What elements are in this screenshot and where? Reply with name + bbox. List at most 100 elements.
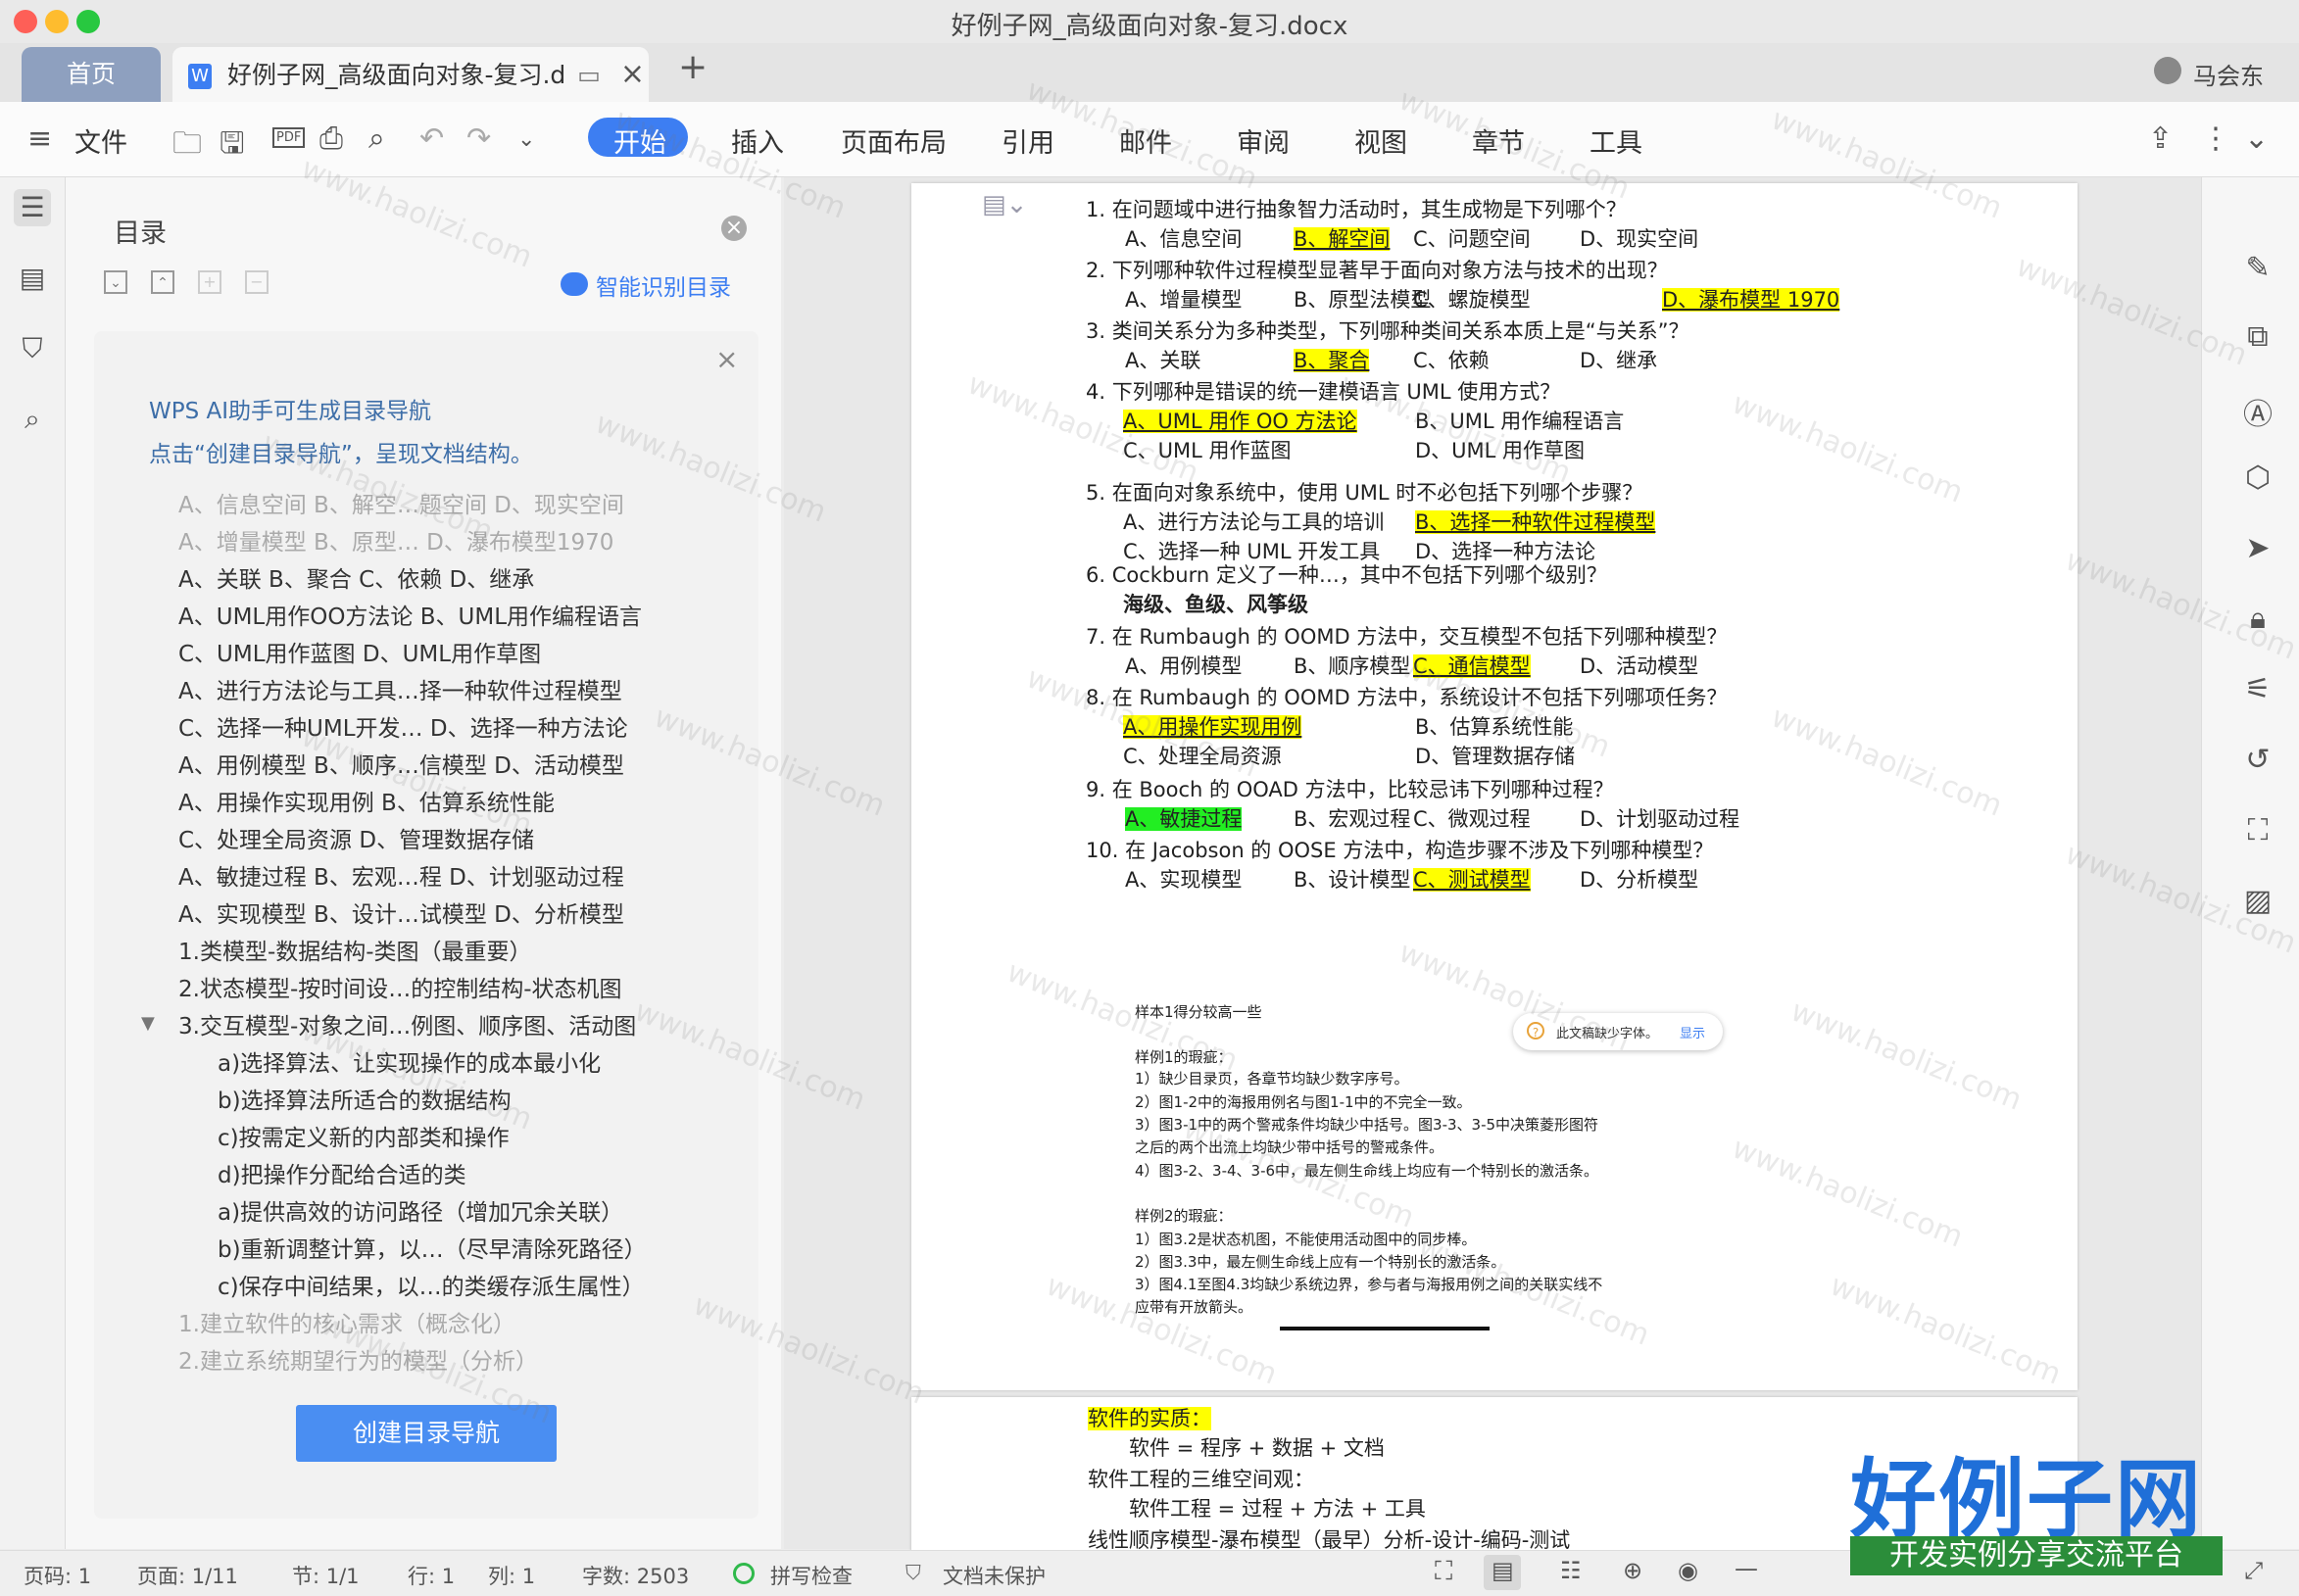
collapse-ribbon-icon[interactable]: ⌄ (2244, 121, 2269, 156)
page2-line1: 软件的实质： (1088, 1403, 1211, 1432)
image-person-icon[interactable]: ⛶ (2238, 813, 2277, 847)
status-page[interactable]: 页面: 1/11 (137, 1561, 238, 1590)
toc-item[interactable]: 2.状态模型-按时间设…的控制结构-状态机图 (178, 970, 622, 1003)
wps-doc-icon: W (188, 64, 212, 89)
ribbon-tab-start[interactable]: 开始 (613, 121, 666, 160)
tab-document[interactable]: W 好例子网_高级面向对象-复习.d ▭ × (172, 47, 649, 102)
web-view-icon[interactable]: ⊕ (1623, 1557, 1642, 1584)
toc-item[interactable]: 1.类模型-数据结构-类图（最重要） (178, 933, 532, 966)
ribbon-tab-review[interactable]: 审阅 (1237, 121, 1290, 160)
toc-item[interactable]: c)按需定义新的内部类和操作 (218, 1119, 510, 1152)
print-preview-icon[interactable]: ⌕ (368, 121, 385, 156)
toc-item[interactable]: c)保存中间结果，以…的类缓存派生属性） (218, 1268, 645, 1301)
toc-outline: A、信息空间 B、解空…题空间 D、现实空间 A、增量模型 B、原型… D、瀑布模… (178, 486, 727, 1376)
toc-item[interactable]: A、UML用作OO方法论 B、UML用作编程语言 (178, 598, 642, 631)
close-ai-card-icon[interactable]: × (715, 343, 738, 375)
bookmark-icon[interactable]: ⛉ (14, 330, 51, 367)
close-toc-icon[interactable]: × (721, 216, 747, 241)
toc-item[interactable]: A、进行方法论与工具…择一种软件过程模型 (178, 672, 622, 705)
tab-home[interactable]: 首页 (22, 47, 161, 102)
toc-item[interactable]: C、UML用作蓝图 D、UML用作草图 (178, 635, 541, 668)
shapes-icon[interactable]: ⧉ (2238, 319, 2277, 354)
file-menu[interactable]: 文件 (74, 121, 127, 160)
toc-item[interactable]: d)把操作分配给合适的类 (218, 1156, 466, 1189)
sample1-line: 之后的两个出流上均缺少带中括号的警戒条件。 (1135, 1138, 1444, 1156)
eye-protection-icon[interactable]: ◉ (1678, 1557, 1698, 1584)
toc-item[interactable]: A、实现模型 B、设计…试模型 D、分析模型 (178, 895, 624, 929)
open-folder-icon[interactable]: 🗀 (172, 121, 202, 171)
page-view-icon[interactable]: ▤ (1492, 1557, 1514, 1584)
outline-view-icon[interactable]: ☷ (1560, 1557, 1582, 1584)
cursor-icon[interactable]: ➤ (2238, 531, 2277, 565)
status-spellcheck[interactable]: 拼写检查 (770, 1561, 853, 1590)
lock-icon[interactable]: 🔒︎ (2238, 602, 2277, 636)
toc-list-icon[interactable]: ☰ (14, 189, 51, 226)
tab-bar: 首页 W 好例子网_高级面向对象-复习.d ▭ × + 马会东 (0, 43, 2299, 102)
fullscreen-icon[interactable]: ⤢ (2244, 1557, 2263, 1584)
more-icon[interactable]: ⋮ (2201, 121, 2230, 156)
toc-item[interactable]: a)选择算法、让实现操作的成本最小化 (218, 1044, 601, 1078)
toc-item[interactable]: C、处理全局资源 D、管理数据存储 (178, 821, 534, 854)
save-icon[interactable]: 🖫 (220, 121, 245, 171)
undo-icon[interactable]: ↶ (419, 121, 444, 156)
avatar[interactable] (2154, 57, 2181, 84)
user-name[interactable]: 马会东 (2193, 57, 2264, 91)
pdf-icon[interactable]: PDF (272, 127, 306, 148)
new-tab-button[interactable]: + (678, 47, 708, 87)
shield-icon[interactable]: ⬡ (2238, 460, 2277, 495)
history-icon[interactable]: ↺ (2238, 743, 2277, 777)
quick-access-dropdown-icon[interactable]: ⌄ (517, 127, 535, 152)
toc-item[interactable]: A、用操作实现用例 B、估算系统性能 (178, 784, 555, 817)
ribbon-tab-view[interactable]: 视图 (1354, 121, 1407, 160)
toc-item[interactable]: A、增量模型 B、原型… D、瀑布模型1970 (178, 523, 613, 556)
share-icon[interactable]: ⇪ (2148, 121, 2173, 156)
page-thumbnail-icon[interactable]: ▤ (14, 260, 51, 297)
spellcheck-icon[interactable] (733, 1563, 755, 1584)
smart-toc-link[interactable]: 智能识别目录 (596, 268, 731, 302)
toc-item[interactable]: A、用例模型 B、顺序…信模型 D、活动模型 (178, 747, 624, 780)
promote-level-icon[interactable]: + (198, 270, 221, 294)
ribbon-tab-tools[interactable]: 工具 (1590, 121, 1642, 160)
demote-level-icon[interactable]: − (245, 270, 269, 294)
monitor-icon: ▭ (577, 61, 601, 89)
image-icon[interactable]: ▨ (2238, 884, 2277, 918)
ribbon-tab-insert[interactable]: 插入 (731, 121, 784, 160)
status-words[interactable]: 字数: 2503 (582, 1561, 689, 1590)
toc-item[interactable]: A、信息空间 B、解空…题空间 D、现实空间 (178, 486, 624, 519)
collapse-triangle-icon[interactable]: ▼ (141, 1013, 155, 1034)
ribbon-tab-chapter[interactable]: 章节 (1472, 121, 1525, 160)
toc-item[interactable]: 1.建立软件的核心需求（概念化） (178, 1305, 515, 1338)
expand-all-icon[interactable]: ⌄ (104, 270, 127, 294)
ribbon-tab-references[interactable]: 引用 (1002, 121, 1054, 160)
image-divider (1280, 1327, 1490, 1330)
shield-status-icon[interactable]: ⛉ (905, 1561, 921, 1585)
find-icon[interactable]: ⌕ (14, 401, 51, 438)
toc-item[interactable]: a)提供高效的访问路径（增加冗余关联） (218, 1193, 623, 1227)
hamburger-menu-icon[interactable]: ≡ (27, 121, 52, 156)
close-tab-icon[interactable]: × (620, 57, 645, 91)
toc-item[interactable]: A、关联 B、聚合 C、依赖 D、继承 (178, 560, 534, 594)
status-protect[interactable]: 文档未保护 (943, 1561, 1046, 1590)
page-options-icon[interactable]: ▤⌄ (982, 190, 1027, 219)
zoom-out-icon[interactable]: — (1735, 1555, 1758, 1582)
sliders-icon[interactable]: ⚟ (2238, 672, 2277, 706)
toc-item[interactable]: b)选择算法所适合的数据结构 (218, 1082, 512, 1115)
text-effect-icon[interactable]: Ⓐ (2238, 390, 2277, 433)
focus-mode-icon[interactable]: ⛶ (1435, 1557, 1452, 1587)
pen-icon[interactable]: ✎ (2238, 251, 2277, 285)
show-missing-fonts-link[interactable]: 显示 (1680, 1023, 1705, 1041)
status-row: 行: 1 (408, 1565, 456, 1588)
ribbon-tab-layout[interactable]: 页面布局 (841, 121, 947, 160)
redo-icon[interactable]: ↷ (466, 121, 491, 156)
create-toc-button[interactable]: 创建目录导航 (296, 1405, 557, 1462)
sample1-line: 1）缺少目录页，各章节均缺少数字序号。 (1135, 1070, 1409, 1088)
document-page-1[interactable] (911, 183, 2078, 1390)
ribbon-tab-mail[interactable]: 邮件 (1119, 121, 1172, 160)
toc-item[interactable]: b)重新调整计算，以…（尽早清除死路径） (218, 1231, 647, 1264)
toc-item[interactable]: A、敏捷过程 B、宏观…程 D、计划驱动过程 (178, 858, 624, 892)
toc-item[interactable]: 2.建立系统期望行为的模型（分析） (178, 1342, 538, 1376)
print-icon[interactable]: ⎙ (319, 121, 343, 156)
collapse-all-icon[interactable]: ⌃ (151, 270, 174, 294)
toc-item[interactable]: C、选择一种UML开发… D、选择一种方法论 (178, 709, 628, 743)
toc-item[interactable]: 3.交互模型-对象之间…例图、顺序图、活动图 (178, 1007, 636, 1040)
